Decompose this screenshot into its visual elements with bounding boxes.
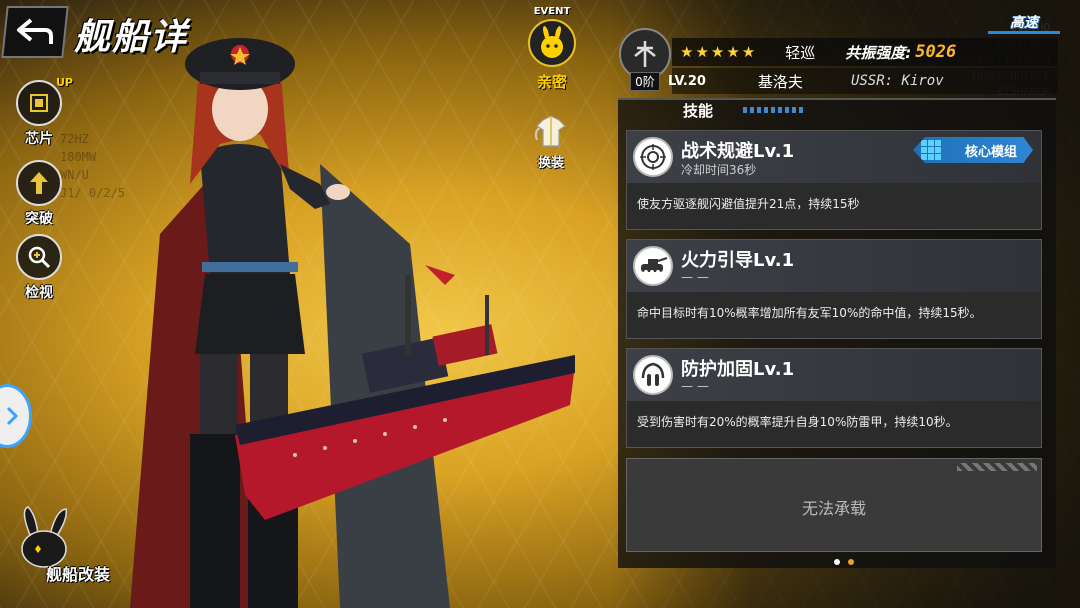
shell-icon [633, 355, 673, 395]
bunny-face-icon [528, 19, 576, 67]
target-dial-icon [633, 137, 673, 177]
core-module-label: 核心模组 [964, 144, 1017, 160]
skill-name: 防护加固Lv.1 [681, 359, 795, 380]
grid-icon [921, 140, 941, 160]
empty-slot-label: 无法承载 [801, 499, 866, 518]
side-nav-breakthrough-label: 突破 [25, 211, 53, 227]
side-nav-inspect-label: 检视 [25, 285, 53, 301]
side-nav-inspect[interactable]: 检视 [12, 234, 66, 302]
skill-card[interactable]: 战术规避Lv.1 冷却时间36秒 核心模组 使友方驱逐舰闪避值提升21点，持续1… [626, 130, 1042, 230]
intimacy-label: 亲密 [536, 73, 567, 91]
skills-tab-label: 技能 [683, 101, 714, 120]
rarity-stars: ★★★★★ [680, 43, 758, 61]
change-outfit-button[interactable]: 换装 [516, 112, 586, 172]
ship-level: LV.20 [668, 73, 706, 89]
tank-icon [633, 246, 673, 286]
skill-description: 命中目标时有10%概率增加所有友军10%的命中值，持续15秒。 [637, 306, 982, 320]
stripe-decoration [957, 463, 1037, 471]
outfit-icon [534, 115, 566, 147]
skill-name: 战术规避Lv.1 [681, 141, 795, 162]
event-tag: EVENT [533, 6, 571, 17]
change-outfit-label: 换装 [537, 156, 564, 171]
skill-card[interactable]: 火力引导Lv.1 — — 命中目标时有10%概率增加所有友军10%的命中值，持续… [626, 239, 1042, 339]
tab-dots-decoration [743, 107, 804, 113]
back-arrow-icon [17, 18, 53, 44]
speed-badge: 高速 [988, 12, 1060, 34]
ship-model-art [235, 265, 575, 520]
skill-cooldown: 冷却时间36秒 [681, 163, 757, 177]
skill-cooldown: — — [681, 379, 709, 393]
ship-type: 轻巡 [785, 43, 816, 62]
ship-refit-label: 舰船改装 [46, 565, 111, 584]
ship-info-row-1: ★★★★★ 轻巡 共振强度: 5026 [672, 38, 1058, 66]
resonance-value: 5026 [915, 42, 957, 62]
ship-name: 基洛夫 [757, 72, 803, 91]
core-module-button[interactable]: 核心模组 [913, 137, 1033, 163]
ship-refit-button[interactable]: 舰船改装 [10, 505, 120, 585]
skill-description: 受到伤害时有20%的概率提升自身10%防雷甲，持续10秒。 [637, 415, 958, 429]
intimacy-event-button[interactable]: EVENT 亲密 [514, 6, 590, 100]
page-title: 舰船详 [74, 16, 189, 58]
skill-name: 火力引导Lv.1 [681, 250, 795, 271]
up-badge: UP [56, 76, 73, 89]
side-nav-chip-label: 芯片 [25, 131, 53, 147]
skill-card[interactable]: 防护加固Lv.1 — — 受到伤害时有20%的概率提升自身10%防雷甲，持续10… [626, 348, 1042, 448]
empty-skill-slot: 无法承载 [626, 458, 1042, 552]
rank-emblem: 0阶 [618, 28, 672, 94]
resonance-label: 共振强度: [845, 43, 912, 62]
side-nav-breakthrough[interactable]: 突破 [12, 160, 66, 228]
skills-tab[interactable]: 技能 [628, 98, 818, 122]
magnifier-icon [16, 234, 62, 280]
breakthrough-arrow-icon [16, 160, 62, 206]
skill-cooldown: — — [681, 270, 709, 284]
skill-description: 使友方驱逐舰闪避值提升21点，持续15秒 [637, 197, 860, 211]
page-indicator [834, 559, 854, 565]
back-button[interactable] [1, 6, 69, 58]
ship-origin: USSR: Kirov [850, 73, 944, 89]
side-nav-chip[interactable]: UP 芯片 [12, 76, 73, 148]
rank-label: 0阶 [630, 72, 660, 91]
ship-info-row-2: LV.20 基洛夫 USSR: Kirov [668, 68, 1058, 94]
chevron-right-icon [6, 406, 19, 426]
page-dot[interactable] [848, 559, 854, 565]
page-dot-active[interactable] [834, 559, 840, 565]
